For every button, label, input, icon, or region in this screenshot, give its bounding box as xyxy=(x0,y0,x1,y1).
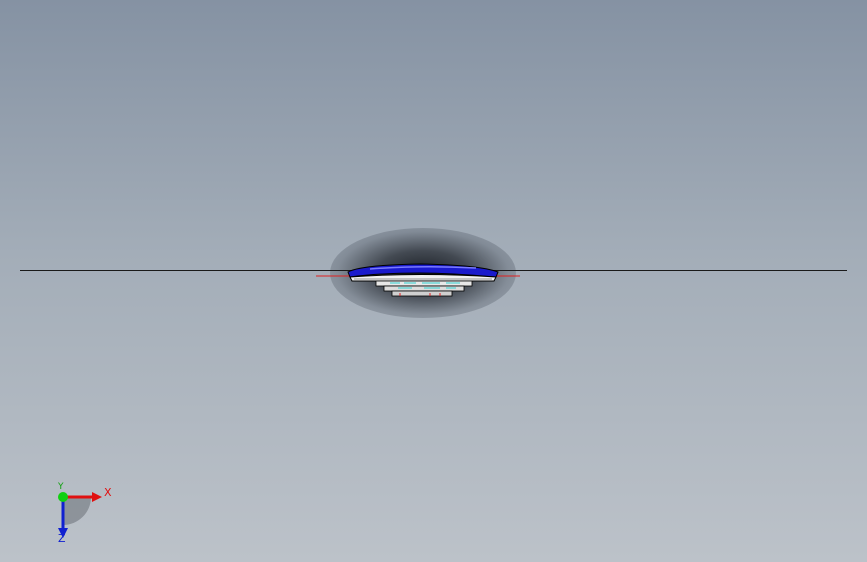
model-tier-3 xyxy=(391,290,453,297)
x-axis-label: X xyxy=(104,486,112,499)
model-deck xyxy=(349,274,497,282)
axis-triad: X Y Z xyxy=(44,482,124,546)
x-axis-arrow xyxy=(92,492,102,502)
y-axis-dot xyxy=(58,492,68,502)
triad-shade xyxy=(63,497,91,525)
axis-triad-graphic xyxy=(58,492,102,538)
model-3d[interactable] xyxy=(300,250,540,310)
graphics-viewport[interactable]: X Y Z xyxy=(0,0,867,562)
y-axis-label: Y xyxy=(58,482,64,492)
z-axis-label: Z xyxy=(58,532,66,545)
